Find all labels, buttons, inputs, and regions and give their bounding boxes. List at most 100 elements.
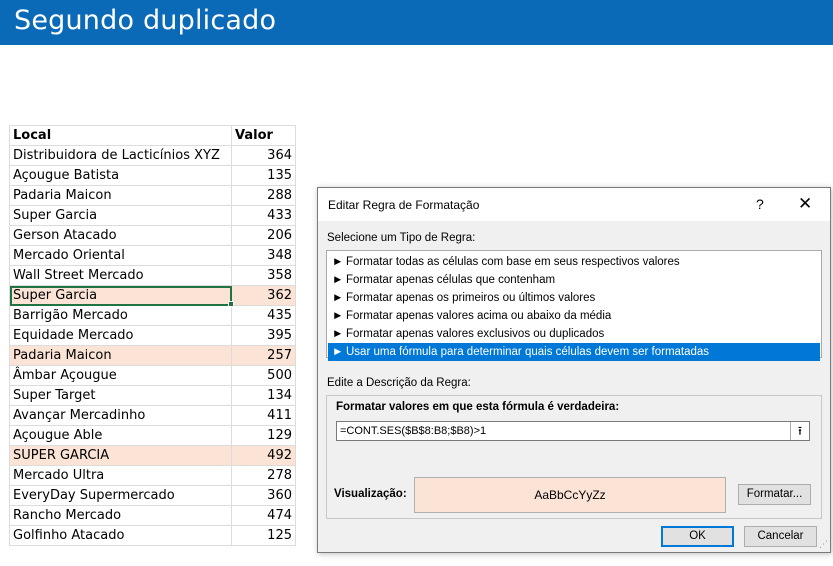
rule-type-item[interactable]: ► Formatar apenas os primeiros ou últimos…	[328, 289, 820, 307]
cell-local[interactable]: Mercado Ultra	[9, 465, 232, 486]
cell-local[interactable]: Açougue Batista	[9, 165, 232, 186]
cell-local[interactable]: Distribuidora de Lacticínios XYZ	[9, 145, 232, 166]
table-row-highlighted: Padaria Maicon 257	[9, 345, 296, 366]
rule-type-label-text: Formatar apenas valores acima ou abaixo …	[346, 310, 612, 322]
cell-local-active[interactable]: Super Garcia	[9, 285, 232, 306]
table-row: Mercado Ultra 278	[9, 465, 296, 486]
cell-valor[interactable]: 395	[231, 325, 296, 346]
cell-valor[interactable]: 135	[231, 165, 296, 186]
cell-valor[interactable]: 474	[231, 505, 296, 526]
cell-local[interactable]: Super Target	[9, 385, 232, 406]
cell-valor[interactable]: 358	[231, 265, 296, 286]
preview-box: AaBbCcYyZz	[414, 477, 726, 513]
cell-valor[interactable]: 278	[231, 465, 296, 486]
cell-valor[interactable]: 362	[231, 285, 296, 306]
rule-type-item[interactable]: ► Formatar apenas valores exclusivos ou d…	[328, 325, 820, 343]
title-banner: Segundo duplicado	[0, 0, 833, 45]
edit-formatting-rule-dialog: Editar Regra de Formatação ? ✕ Selecione…	[317, 187, 831, 553]
preview-label: Visualização:	[334, 488, 407, 500]
cell-local[interactable]: SUPER GARCIA	[9, 445, 232, 466]
rule-type-item[interactable]: ► Formatar todas as células com base em s…	[328, 253, 820, 271]
cell-local[interactable]: Padaria Maicon	[9, 185, 232, 206]
cell-local[interactable]: Barrigão Mercado	[9, 305, 232, 326]
cell-local[interactable]: Gerson Atacado	[9, 225, 232, 246]
cell-local[interactable]: Super Garcia	[9, 205, 232, 226]
table-row-highlighted: Super Garcia 362	[9, 285, 296, 306]
cell-valor[interactable]: 500	[231, 365, 296, 386]
rule-type-label-text: Formatar apenas células que contenham	[346, 274, 556, 286]
spreadsheet-table: Local Valor Distribuidora de Lacticínios…	[9, 125, 296, 546]
cell-valor[interactable]: 411	[231, 405, 296, 426]
rule-type-label-text: Usar uma fórmula para determinar quais c…	[346, 346, 710, 358]
cell-valor[interactable]: 364	[231, 145, 296, 166]
table-row: Avançar Mercadinho 411	[9, 405, 296, 426]
cell-valor[interactable]: 360	[231, 485, 296, 506]
dialog-title: Editar Regra de Formatação	[328, 198, 480, 212]
cell-valor[interactable]: 129	[231, 425, 296, 446]
cell-local[interactable]: Mercado Oriental	[9, 245, 232, 266]
rule-type-label-text: Formatar apenas valores exclusivos ou du…	[346, 328, 605, 340]
table-row: Rancho Mercado 474	[9, 505, 296, 526]
cell-local[interactable]: Âmbar Açougue	[9, 365, 232, 386]
table-row: Equidade Mercado 395	[9, 325, 296, 346]
cell-local[interactable]: Avançar Mercadinho	[9, 405, 232, 426]
table-row: Padaria Maicon 288	[9, 185, 296, 206]
rule-type-label-text: Formatar todas as células com base em se…	[346, 256, 680, 268]
description-label: Edite a Descrição da Regra:	[327, 377, 471, 389]
close-icon[interactable]: ✕	[798, 194, 812, 214]
dialog-titlebar[interactable]: Editar Regra de Formatação ? ✕	[318, 188, 830, 221]
table-row: Açougue Batista 135	[9, 165, 296, 186]
cell-local[interactable]: Padaria Maicon	[9, 345, 232, 366]
formula-input[interactable]: =CONT.SES($B$8:B8;$B8)>1	[336, 421, 810, 441]
rule-type-item[interactable]: ► Formatar apenas valores acima ou abaixo…	[328, 307, 820, 325]
table-row: Golfinho Atacado 125	[9, 525, 296, 546]
table-row: Mercado Oriental 348	[9, 245, 296, 266]
cell-valor[interactable]: 433	[231, 205, 296, 226]
rule-type-list[interactable]: ► Formatar todas as células com base em s…	[326, 250, 822, 361]
cell-valor[interactable]: 134	[231, 385, 296, 406]
table-row: Super Target 134	[9, 385, 296, 406]
right-arrow-icon: ►	[332, 292, 344, 304]
ok-button[interactable]: OK	[661, 526, 734, 547]
table-row: Wall Street Mercado 358	[9, 265, 296, 286]
rule-type-item-selected[interactable]: ► Usar uma fórmula para determinar quais …	[328, 343, 820, 361]
header-local[interactable]: Local	[9, 125, 232, 146]
cell-local[interactable]: Rancho Mercado	[9, 505, 232, 526]
cell-local[interactable]: Wall Street Mercado	[9, 265, 232, 286]
table-row: EveryDay Supermercado 360	[9, 485, 296, 506]
right-arrow-icon: ►	[332, 274, 344, 286]
format-button[interactable]: Formatar...	[738, 484, 811, 505]
cell-valor[interactable]: 206	[231, 225, 296, 246]
cell-valor[interactable]: 492	[231, 445, 296, 466]
table-row: Gerson Atacado 206	[9, 225, 296, 246]
cell-local[interactable]: Equidade Mercado	[9, 325, 232, 346]
cell-valor[interactable]: 288	[231, 185, 296, 206]
right-arrow-icon: ►	[332, 346, 344, 358]
fill-handle[interactable]	[228, 301, 234, 307]
cell-valor[interactable]: 257	[231, 345, 296, 366]
cell-local[interactable]: Açougue Able	[9, 425, 232, 446]
table-row: Âmbar Açougue 500	[9, 365, 296, 386]
table-row: Super Garcia 433	[9, 205, 296, 226]
table-row: Distribuidora de Lacticínios XYZ 364	[9, 145, 296, 166]
resize-grip-icon[interactable]: ⋰	[819, 539, 828, 550]
table-row-highlighted: SUPER GARCIA 492	[9, 445, 296, 466]
cell-valor[interactable]: 348	[231, 245, 296, 266]
rule-type-item[interactable]: ► Formatar apenas células que contenham	[328, 271, 820, 289]
formula-label: Formatar valores em que esta fórmula é v…	[336, 401, 620, 413]
right-arrow-icon: ►	[332, 328, 344, 340]
header-valor[interactable]: Valor	[231, 125, 296, 146]
banner-title: Segundo duplicado	[14, 5, 277, 36]
table-row: Barrigão Mercado 435	[9, 305, 296, 326]
cell-valor[interactable]: 435	[231, 305, 296, 326]
cell-valor[interactable]: 125	[231, 525, 296, 546]
collapse-dialog-icon[interactable]: ⭱	[790, 422, 809, 440]
cancel-button[interactable]: Cancelar	[744, 526, 817, 547]
cell-local[interactable]: EveryDay Supermercado	[9, 485, 232, 506]
rule-type-label-text: Formatar apenas os primeiros ou últimos …	[346, 292, 596, 304]
header-row: Local Valor	[9, 125, 296, 146]
right-arrow-icon: ►	[332, 256, 344, 268]
help-button[interactable]: ?	[756, 196, 764, 212]
cell-local[interactable]: Golfinho Atacado	[9, 525, 232, 546]
table-row: Açougue Able 129	[9, 425, 296, 446]
